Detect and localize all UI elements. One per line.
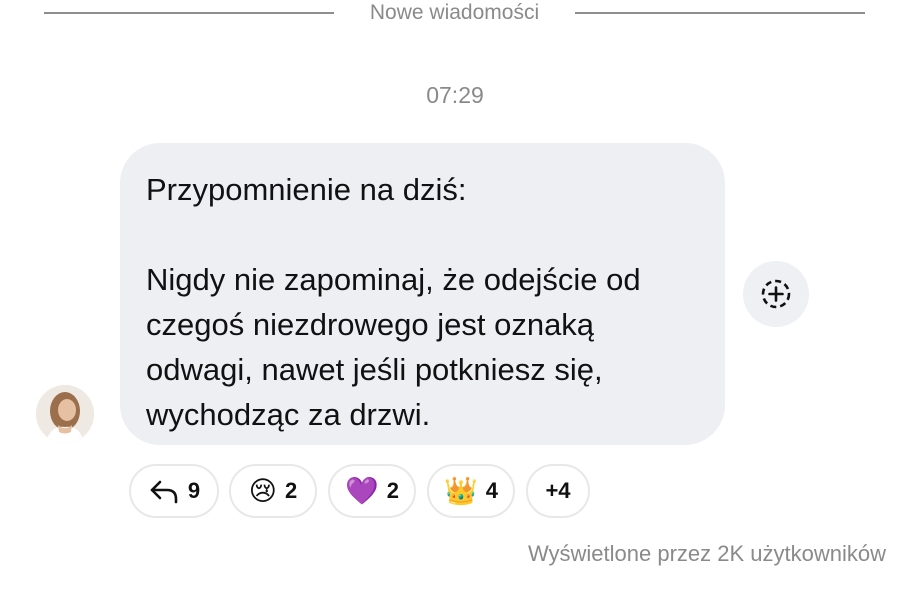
message-line: odwagi, nawet jeśli potkniesz się, (146, 352, 603, 387)
more-reactions-count: +4 (545, 478, 571, 503)
divider-line-right (575, 12, 865, 14)
message-line: Nigdy nie zapominaj, że odejście od (146, 262, 641, 297)
new-messages-divider: Nowe wiadomości (0, 0, 922, 30)
avatar[interactable] (36, 385, 94, 443)
add-reaction-icon (761, 279, 791, 309)
crying-face-icon: 😢 (248, 476, 277, 506)
divider-line-left (44, 12, 334, 14)
crown-icon: 👑 (444, 476, 478, 506)
message-bubble[interactable]: Przypomnienie na dziś: Nigdy nie zapomin… (120, 143, 725, 445)
message-line: czegoś niezdrowego jest oznaką (146, 307, 595, 342)
message-timestamp: 07:29 (426, 82, 484, 108)
message-line: wychodząc za drzwi. (146, 397, 431, 432)
new-messages-label: Nowe wiadomości (369, 1, 540, 24)
reaction-crying[interactable]: 😢 2 (229, 464, 317, 518)
reaction-purple-heart[interactable]: 💜 2 (328, 464, 416, 518)
reaction-count: 4 (485, 478, 498, 503)
reaction-count: 2 (284, 478, 298, 503)
reply-count-pill[interactable]: 9 (129, 464, 219, 518)
add-reaction-button[interactable] (743, 261, 809, 327)
message-heading: Przypomnienie na dziś: (146, 172, 467, 207)
seen-by-text: Wyświetlone przez 2K użytkowników (527, 541, 886, 566)
reply-count: 9 (187, 478, 201, 503)
reply-arrow-icon (150, 480, 178, 504)
purple-heart-icon: 💜 (345, 476, 379, 506)
reaction-count: 2 (386, 478, 399, 503)
more-reactions-button[interactable]: +4 (526, 464, 590, 518)
reaction-crown[interactable]: 👑 4 (427, 464, 515, 518)
avatar-image (36, 385, 94, 443)
